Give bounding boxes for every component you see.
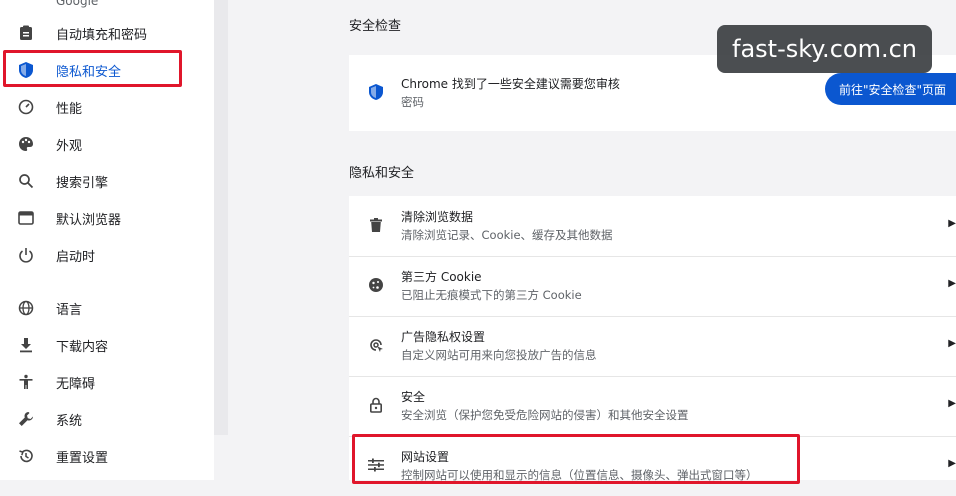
safety-check-subtitle: 密码 bbox=[401, 95, 424, 109]
sidebar-item-label: 无障碍 bbox=[56, 377, 96, 392]
sidebar-item-languages[interactable]: 语言 bbox=[0, 290, 214, 326]
sidebar-item-label: 性能 bbox=[56, 102, 83, 117]
row-subtitle: 已阻止无痕模式下的第三方 Cookie bbox=[401, 288, 582, 302]
search-icon bbox=[16, 171, 36, 191]
sidebar-item-label: 重置设置 bbox=[56, 451, 109, 466]
sidebar-item-reset-settings[interactable]: 重置设置 bbox=[0, 438, 214, 474]
chevron-right-icon: ▶ bbox=[948, 338, 956, 349]
site-settings-highlight-box bbox=[352, 434, 800, 484]
sidebar-item-label: 系统 bbox=[56, 414, 83, 429]
sidebar-item-label: 下载内容 bbox=[56, 340, 109, 355]
speedometer-icon bbox=[16, 97, 36, 117]
sidebar-item-performance[interactable]: 性能 bbox=[0, 89, 214, 125]
history-icon bbox=[16, 446, 36, 466]
safety-check-heading: 安全检查 bbox=[349, 19, 402, 34]
sidebar-item-downloads[interactable]: 下载内容 bbox=[0, 327, 214, 363]
row-title: 安全 bbox=[401, 390, 426, 404]
wrench-icon bbox=[16, 409, 36, 429]
sidebar-scroll-gutter bbox=[214, 0, 228, 435]
ad-privacy-icon bbox=[367, 336, 385, 354]
settings-sidebar: Google 自动填充和密码 隐私和安全 性能 外观 搜索引擎 默认浏览器 启动… bbox=[0, 0, 214, 480]
go-to-safety-check-button[interactable]: 前往"安全检查"页面 bbox=[825, 73, 956, 105]
shield-icon bbox=[367, 83, 385, 101]
third-party-cookies-row[interactable]: 第三方 Cookie 已阻止无痕模式下的第三方 Cookie ▶ bbox=[349, 256, 956, 316]
row-title: 清除浏览数据 bbox=[401, 210, 474, 224]
sidebar-item-accessibility[interactable]: 无障碍 bbox=[0, 364, 214, 400]
sidebar-item-label: 默认浏览器 bbox=[56, 213, 122, 228]
sidebar-item-system[interactable]: 系统 bbox=[0, 401, 214, 437]
sidebar-item-label: 搜索引擎 bbox=[56, 176, 109, 191]
accessibility-icon bbox=[16, 372, 36, 392]
safety-check-title: Chrome 找到了一些安全建议需要您审核 bbox=[401, 77, 620, 91]
row-subtitle: 自定义网站可用来向您投放广告的信息 bbox=[401, 348, 597, 362]
row-title: 广告隐私权设置 bbox=[401, 330, 486, 344]
power-icon bbox=[16, 245, 36, 265]
chevron-right-icon: ▶ bbox=[948, 218, 956, 229]
privacy-security-heading: 隐私和安全 bbox=[349, 166, 415, 181]
lock-icon bbox=[367, 396, 385, 414]
trash-icon bbox=[367, 216, 385, 234]
row-title: 第三方 Cookie bbox=[401, 270, 482, 284]
browser-icon bbox=[16, 208, 36, 228]
sidebar-item-label: 自动填充和密码 bbox=[56, 28, 148, 43]
ad-privacy-row[interactable]: 广告隐私权设置 自定义网站可用来向您投放广告的信息 ▶ bbox=[349, 316, 956, 376]
sidebar-item-autofill[interactable]: 自动填充和密码 bbox=[0, 15, 214, 51]
sidebar-cut-top-item: Google bbox=[56, 0, 99, 8]
sidebar-item-label: 语言 bbox=[56, 303, 83, 318]
row-subtitle: 清除浏览记录、Cookie、缓存及其他数据 bbox=[401, 228, 613, 242]
row-subtitle: 安全浏览（保护您免受危险网站的侵害）和其他安全设置 bbox=[401, 408, 689, 422]
sidebar-item-default-browser[interactable]: 默认浏览器 bbox=[0, 200, 214, 236]
clipboard-icon bbox=[16, 23, 36, 43]
security-row[interactable]: 安全 安全浏览（保护您免受危险网站的侵害）和其他安全设置 ▶ bbox=[349, 376, 956, 436]
download-icon bbox=[16, 335, 36, 355]
privacy-highlight-box bbox=[3, 50, 182, 87]
palette-icon bbox=[16, 134, 36, 154]
chevron-right-icon: ▶ bbox=[948, 458, 956, 469]
sidebar-item-appearance[interactable]: 外观 bbox=[0, 126, 214, 162]
chevron-right-icon: ▶ bbox=[948, 398, 956, 409]
sidebar-item-on-startup[interactable]: 启动时 bbox=[0, 237, 214, 273]
clear-browsing-data-row[interactable]: 清除浏览数据 清除浏览记录、Cookie、缓存及其他数据 ▶ bbox=[349, 196, 956, 256]
sidebar-item-label: 外观 bbox=[56, 139, 83, 154]
sidebar-item-search-engine[interactable]: 搜索引擎 bbox=[0, 163, 214, 199]
globe-icon bbox=[16, 298, 36, 318]
sidebar-item-label: 启动时 bbox=[56, 250, 96, 265]
chevron-right-icon: ▶ bbox=[948, 278, 956, 289]
cookie-icon bbox=[367, 276, 385, 294]
watermark-label: fast-sky.com.cn bbox=[717, 25, 932, 73]
